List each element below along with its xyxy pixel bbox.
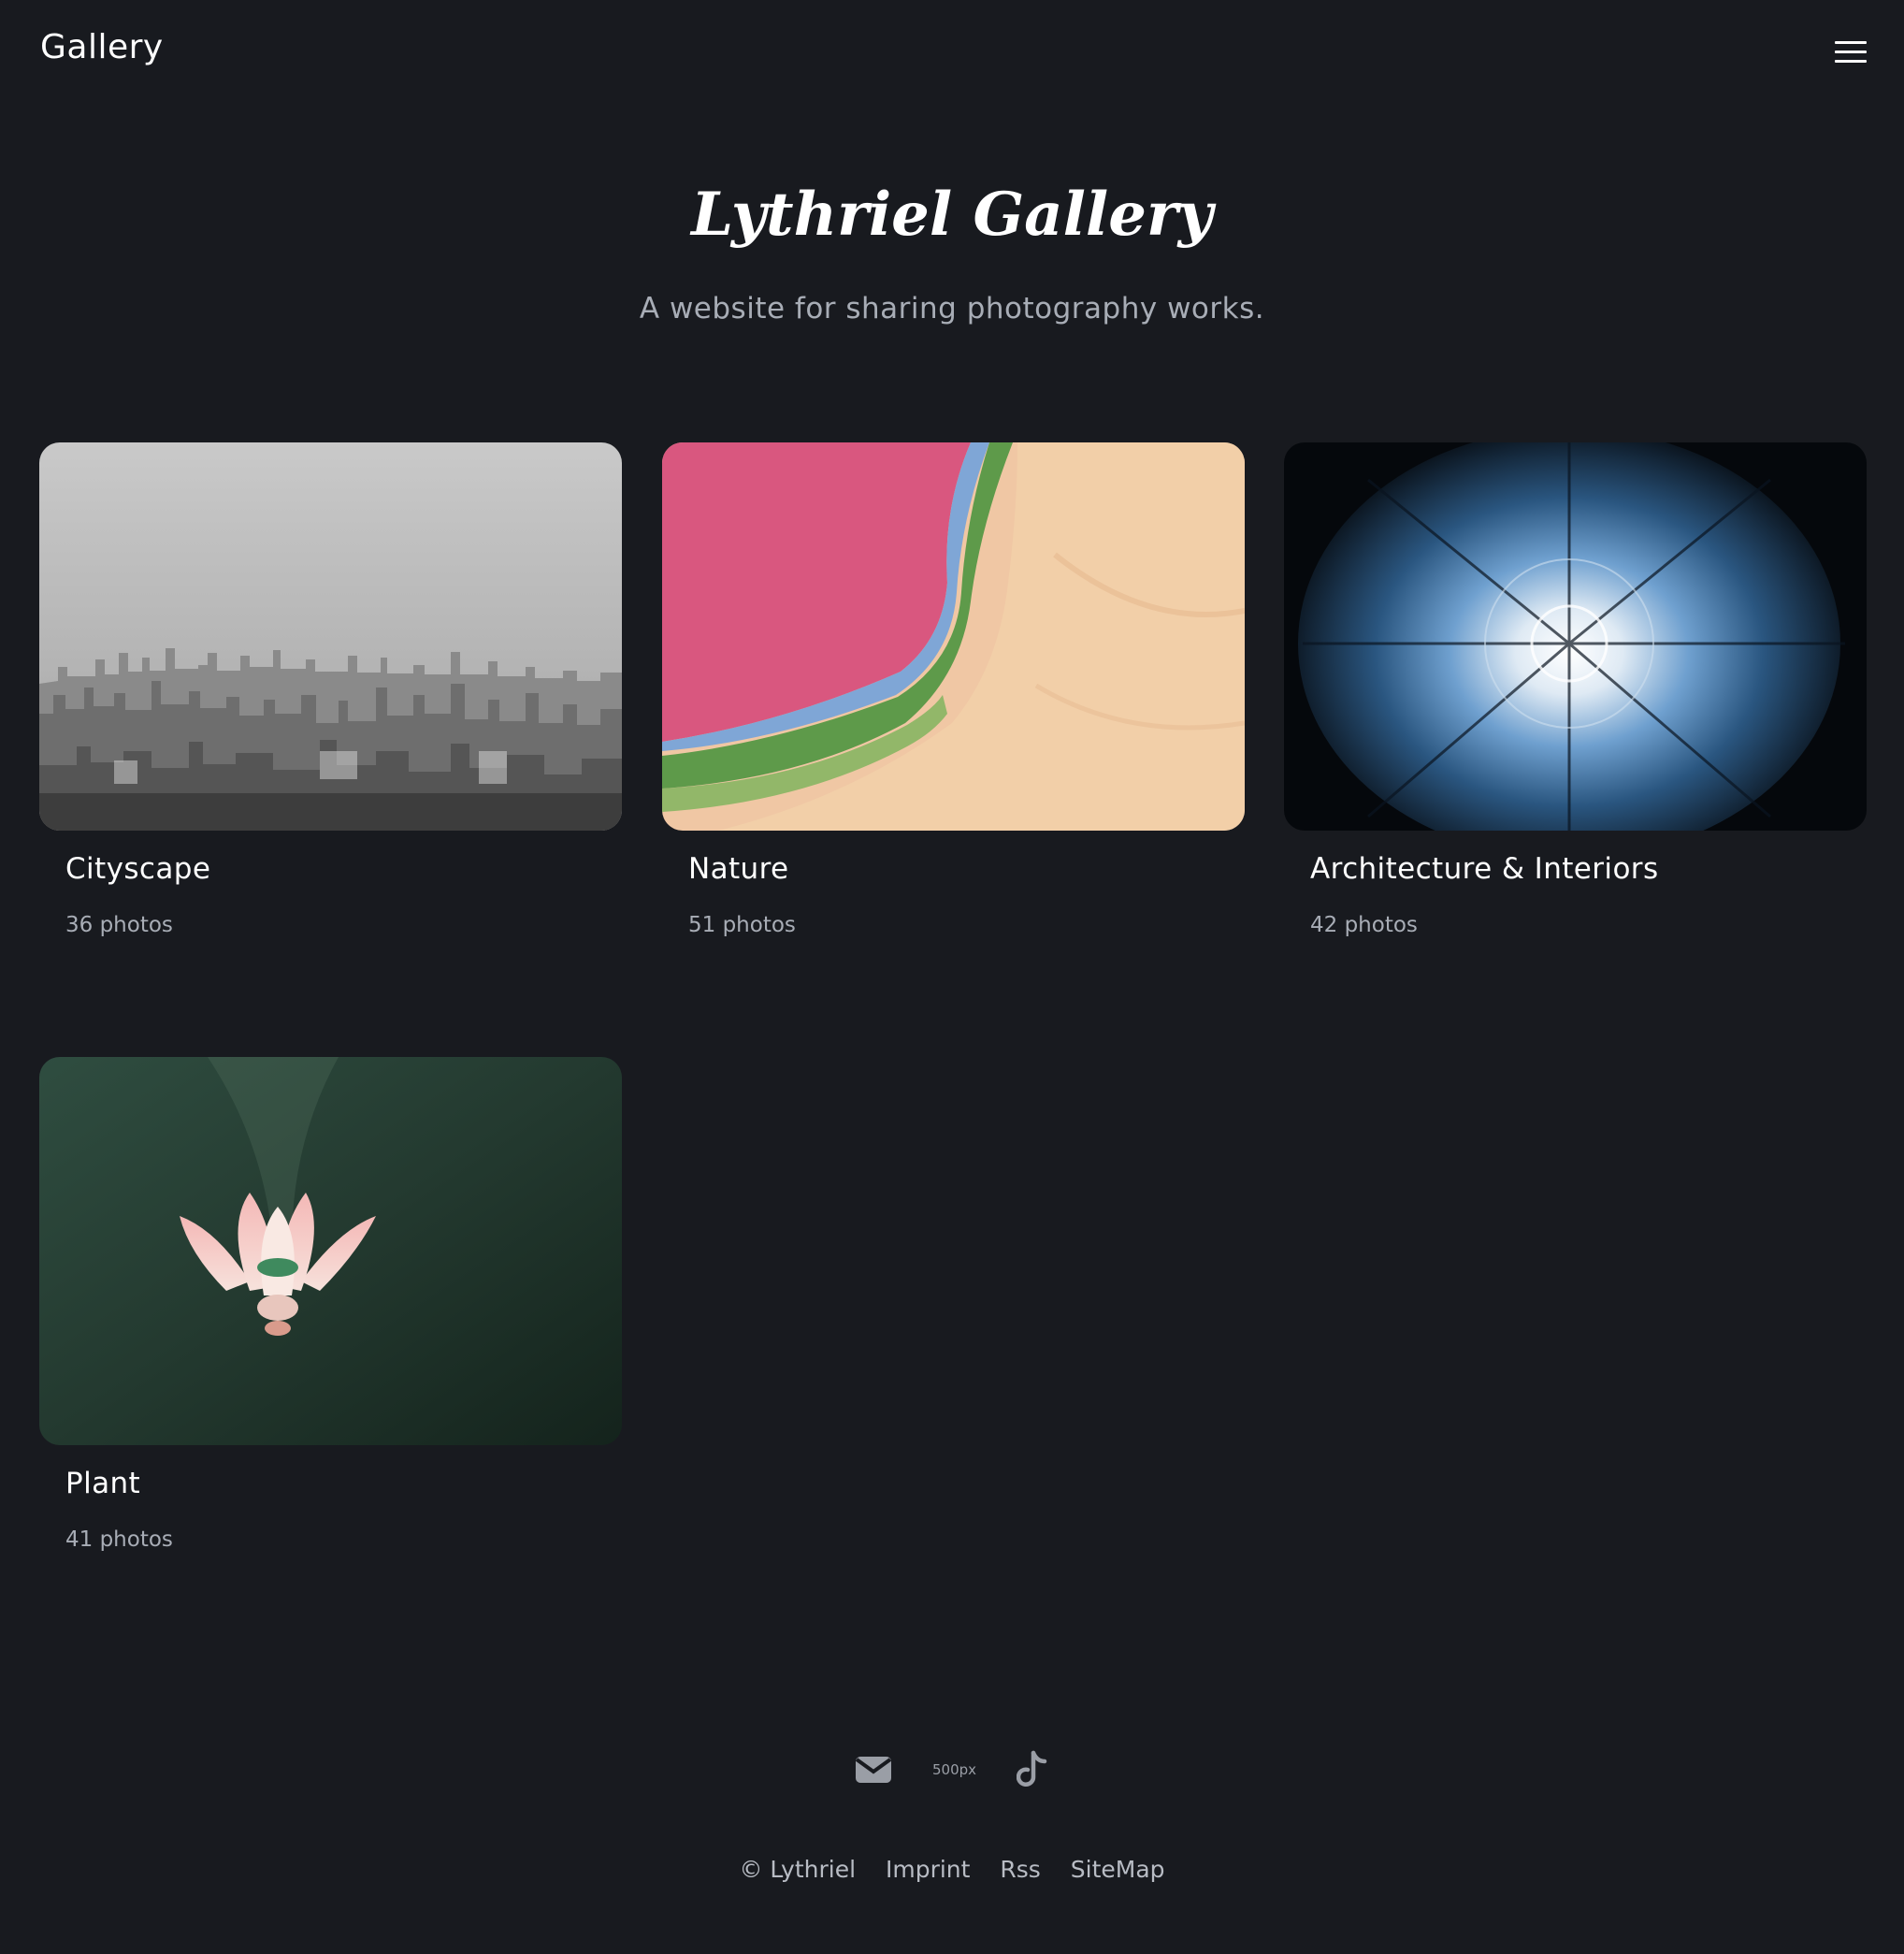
album-cover-image[interactable] [39,1057,622,1445]
mail-icon[interactable] [854,1749,893,1790]
footer-link-sitemap[interactable]: SiteMap [1071,1856,1165,1883]
page-subtitle: A website for sharing photography works. [639,292,1265,326]
album-title[interactable]: Plant [65,1467,140,1500]
album-photo-count: 41 photos [65,1527,173,1552]
album-cover-image[interactable] [1284,442,1867,831]
500px-label: 500px [932,1761,976,1778]
album-photo-count: 36 photos [65,913,173,937]
album-cover-image[interactable] [39,442,622,831]
album-card-nature[interactable]: Nature 51 photos [662,442,1245,937]
500px-icon[interactable]: 500px [930,1749,977,1790]
tiktok-icon[interactable] [1016,1749,1048,1790]
album-cover-image[interactable] [662,442,1245,831]
footer: © Lythriel Imprint Rss SiteMap [0,1856,1904,1883]
album-photo-count: 51 photos [688,913,796,937]
album-title[interactable]: Architecture & Interiors [1310,852,1659,886]
album-card-architecture-interiors[interactable]: Architecture & Interiors 42 photos [1284,442,1867,937]
album-title[interactable]: Cityscape [65,852,210,886]
footer-link-rss[interactable]: Rss [1000,1856,1040,1883]
album-card-plant[interactable]: Plant 41 photos [39,1057,622,1552]
footer-copyright: © Lythriel [739,1856,857,1883]
album-photo-count: 42 photos [1310,913,1418,937]
album-card-cityscape[interactable]: Cityscape 36 photos [39,442,622,937]
site-brand-link[interactable]: Gallery [40,28,164,66]
album-title[interactable]: Nature [688,852,789,886]
top-navbar: Gallery [0,0,1904,103]
page-title: Lythriel Gallery [691,180,1213,250]
hamburger-menu-icon[interactable] [1835,37,1868,65]
footer-link-imprint[interactable]: Imprint [886,1856,970,1883]
